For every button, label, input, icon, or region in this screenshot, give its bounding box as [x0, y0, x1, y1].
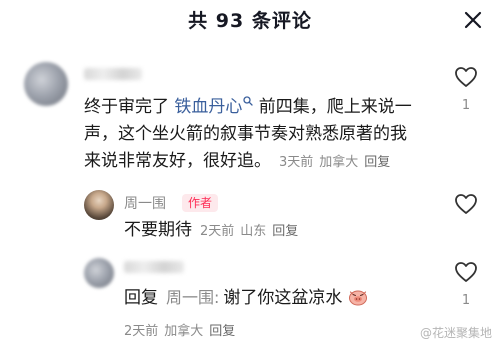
comments-header: 共 93 条评论: [0, 0, 500, 44]
watermark: @花迷聚集地: [419, 326, 492, 340]
heart-outline-icon[interactable]: [454, 261, 478, 287]
reply-prefix: 回复: [124, 288, 158, 308]
heart-outline-icon[interactable]: [454, 193, 478, 219]
like-count: 1: [461, 98, 471, 113]
comment-count-title: 共 93 条评论: [188, 10, 312, 32]
reply-button[interactable]: 回复: [364, 155, 390, 170]
heart-outline-icon[interactable]: [454, 66, 478, 92]
avatar[interactable]: [24, 62, 68, 106]
reply-text-row: 不要期待 2天前 山东 回复: [124, 217, 298, 245]
username-blurred: [84, 68, 142, 80]
comment-text: 终于审完了 铁血丹心 前四集，爬上来说一 声，这个坐火箭的叙事节奏对熟悉原著的我…: [84, 89, 444, 176]
reply-location: 加拿大: [164, 324, 204, 339]
drama-link[interactable]: 铁血丹心: [174, 97, 242, 117]
reply-text: 谢了你这盆凉水: [223, 288, 343, 308]
pig-face-emoji-icon: [348, 288, 368, 306]
reply-text: 不要期待: [124, 220, 192, 240]
comment-time: 3天前: [279, 155, 314, 170]
reply-time: 2天前: [124, 324, 159, 339]
comment-line-1: 终于审完了 铁血丹心 前四集，爬上来说一: [84, 89, 444, 121]
like-count: 1: [461, 293, 471, 308]
reply-text-row: 回复 周一围: 谢了你这盆凉水: [124, 284, 368, 312]
avatar[interactable]: [84, 190, 114, 220]
reply-location: 山东: [240, 224, 267, 239]
comment-line-2: 声，这个坐火箭的叙事节奏对熟悉原著的我: [84, 124, 407, 144]
reply-to-username[interactable]: 周一围:: [166, 288, 219, 307]
reply-time: 2天前: [200, 224, 235, 239]
reply-button[interactable]: 回复: [272, 224, 298, 239]
search-icon[interactable]: [243, 89, 254, 116]
reply-username[interactable]: 周一围: [124, 193, 166, 213]
close-icon[interactable]: [462, 9, 484, 31]
author-badge: 作者: [182, 194, 219, 212]
avatar[interactable]: [84, 258, 114, 288]
reply-meta: 2天前 加拿大 回复: [124, 320, 235, 339]
comment-line-3: 来说非常友好，很好追。 3天前 加拿大 回复: [84, 151, 391, 171]
reply-button[interactable]: 回复: [209, 324, 235, 339]
username-blurred: [124, 261, 184, 273]
comment-location: 加拿大: [319, 155, 359, 170]
